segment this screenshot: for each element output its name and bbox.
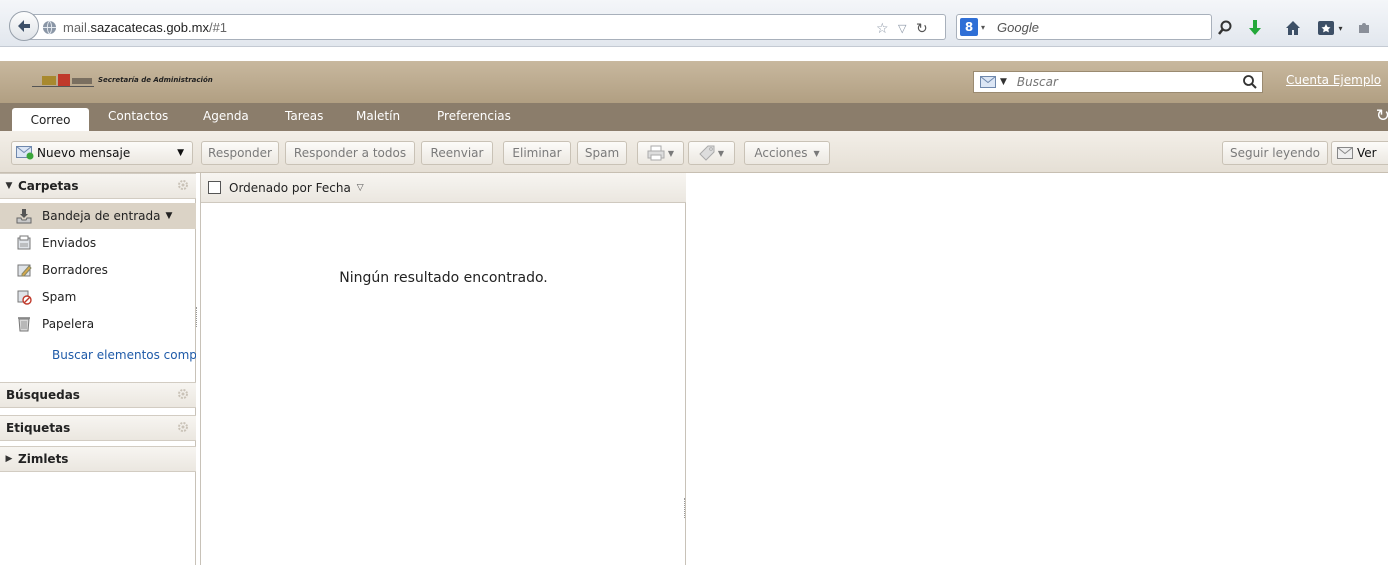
gear-icon[interactable] bbox=[176, 178, 190, 192]
logo-mark bbox=[32, 73, 94, 87]
actions-dropdown-icon: ▼ bbox=[813, 148, 820, 158]
gear-icon[interactable] bbox=[176, 387, 190, 401]
zimlets-header[interactable]: ▶ Zimlets bbox=[0, 446, 196, 472]
folders-header[interactable]: ▼ Carpetas bbox=[0, 173, 196, 199]
reload-icon[interactable]: ↻ bbox=[916, 21, 928, 37]
history-dropdown-icon[interactable]: ▽ bbox=[898, 22, 906, 35]
folder-label: Bandeja de entrada bbox=[42, 209, 161, 223]
tag-button[interactable]: ▼ bbox=[688, 141, 735, 165]
search-icon[interactable] bbox=[1214, 17, 1236, 39]
engine-dropdown-icon[interactable]: ▾ bbox=[981, 23, 985, 32]
empty-list-message: Ningún resultado encontrado. bbox=[339, 270, 548, 286]
tab-calendar[interactable]: Agenda bbox=[203, 109, 249, 123]
app-header: Secretaría de Administración ▼ Cuenta Ej… bbox=[0, 61, 1388, 103]
spam-icon bbox=[15, 288, 33, 306]
print-dropdown-icon: ▼ bbox=[667, 148, 675, 158]
gear-icon[interactable] bbox=[176, 420, 190, 434]
sidebar-resize-handle[interactable] bbox=[196, 307, 199, 327]
new-message-dropdown-icon[interactable]: ▼ bbox=[177, 148, 184, 158]
inbox-icon bbox=[15, 207, 33, 225]
browser-toolbar: mail.sazacatecas.gob.mx/#1 ☆ ▽ ↻ 8 ▾ Goo… bbox=[0, 0, 1388, 47]
bookmarks-menu-icon[interactable]: ▾ bbox=[1314, 17, 1346, 39]
url-text: mail.sazacatecas.gob.mx/#1 bbox=[63, 19, 228, 35]
searches-header-label: Búsquedas bbox=[6, 388, 80, 402]
collapse-triangle-icon[interactable]: ▼ bbox=[0, 181, 18, 191]
folder-label: Papelera bbox=[42, 317, 95, 331]
folder-sent[interactable]: Enviados bbox=[0, 230, 196, 256]
searches-header[interactable]: Búsquedas bbox=[0, 382, 196, 408]
org-logo: Secretaría de Administración bbox=[32, 73, 213, 87]
keep-reading-button[interactable]: Seguir leyendo bbox=[1222, 141, 1328, 165]
folder-spam[interactable]: Spam bbox=[0, 284, 196, 310]
search-shared-items-link[interactable]: Buscar elementos compa bbox=[52, 348, 196, 362]
message-list-header: Ordenado por Fecha ▽ bbox=[201, 173, 686, 203]
back-arrow-icon bbox=[18, 20, 30, 32]
folders-header-label: Carpetas bbox=[18, 179, 79, 193]
sort-by-date[interactable]: Ordenado por Fecha bbox=[229, 181, 351, 195]
tags-header[interactable]: Etiquetas bbox=[0, 415, 196, 441]
actions-button[interactable]: Acciones ▼ bbox=[744, 141, 830, 165]
mail-toolbar: Nuevo mensaje ▼ Responder Responder a to… bbox=[0, 131, 1388, 173]
tag-dropdown-icon: ▼ bbox=[717, 148, 725, 158]
sort-direction-icon[interactable]: ▽ bbox=[357, 183, 364, 193]
coat-of-arms-icon bbox=[42, 74, 92, 86]
sent-icon bbox=[15, 234, 33, 252]
tags-header-label: Etiquetas bbox=[6, 421, 71, 435]
delete-button[interactable]: Eliminar bbox=[503, 141, 571, 165]
envelope-icon bbox=[1337, 147, 1353, 159]
tab-tasks[interactable]: Tareas bbox=[285, 109, 323, 123]
search-type-dropdown-icon[interactable]: ▼ bbox=[1000, 77, 1007, 87]
zimlets-header-label: Zimlets bbox=[18, 452, 69, 466]
new-message-label: Nuevo mensaje bbox=[37, 146, 131, 160]
folder-dropdown-icon[interactable]: ▼ bbox=[165, 211, 172, 221]
printer-icon bbox=[647, 145, 665, 161]
google-icon: 8 bbox=[960, 18, 978, 36]
tag-icon bbox=[699, 145, 715, 161]
view-button[interactable]: Ver bbox=[1331, 141, 1388, 165]
spam-button[interactable]: Spam bbox=[577, 141, 627, 165]
expand-triangle-icon[interactable]: ▶ bbox=[0, 454, 18, 464]
browser-search-box[interactable]: 8 ▾ Google bbox=[956, 14, 1212, 40]
reading-pane bbox=[687, 173, 1388, 565]
download-icon[interactable] bbox=[1244, 17, 1266, 39]
address-bar[interactable]: mail.sazacatecas.gob.mx/#1 ☆ ▽ ↻ bbox=[28, 14, 946, 40]
search-icon[interactable] bbox=[1242, 74, 1258, 90]
refresh-icon[interactable]: ↻ bbox=[1376, 106, 1388, 126]
folder-label: Enviados bbox=[42, 236, 97, 250]
reply-button[interactable]: Responder bbox=[201, 141, 279, 165]
app-tabs: Correo Contactos Agenda Tareas Maletín P… bbox=[0, 103, 1388, 131]
tab-mail[interactable]: Correo bbox=[12, 108, 89, 131]
org-name: Secretaría de Administración bbox=[98, 76, 213, 84]
drafts-icon bbox=[15, 261, 33, 279]
mail-search-box[interactable]: ▼ bbox=[973, 71, 1263, 93]
search-engine-name: Google bbox=[997, 19, 1039, 35]
puzzle-icon[interactable] bbox=[1353, 17, 1375, 39]
trash-icon bbox=[15, 315, 33, 333]
tab-preferences[interactable]: Preferencias bbox=[437, 109, 511, 123]
folder-sidebar: ▼ Carpetas Bandeja de entrada ▼ Enviados… bbox=[0, 173, 196, 565]
print-button[interactable]: ▼ bbox=[637, 141, 684, 165]
forward-button[interactable]: Reenviar bbox=[421, 141, 493, 165]
globe-icon bbox=[42, 20, 57, 34]
message-list: Ordenado por Fecha ▽ Ningún resultado en… bbox=[200, 173, 686, 565]
tab-briefcase[interactable]: Maletín bbox=[356, 109, 400, 123]
account-menu[interactable]: Cuenta Ejemplo bbox=[1286, 73, 1381, 87]
back-button[interactable] bbox=[9, 11, 39, 41]
folder-label: Borradores bbox=[42, 263, 108, 277]
folder-inbox[interactable]: Bandeja de entrada ▼ bbox=[0, 203, 196, 229]
new-mail-icon bbox=[16, 146, 34, 160]
tab-contacts[interactable]: Contactos bbox=[108, 109, 168, 123]
view-label: Ver bbox=[1357, 146, 1377, 160]
select-all-checkbox[interactable] bbox=[208, 181, 221, 194]
envelope-icon[interactable] bbox=[980, 76, 996, 88]
actions-label: Acciones bbox=[754, 146, 808, 160]
mail-search-input[interactable] bbox=[1014, 74, 1225, 90]
bookmark-star-icon[interactable]: ☆ bbox=[876, 21, 889, 37]
folder-label: Spam bbox=[42, 290, 77, 304]
home-icon[interactable] bbox=[1282, 17, 1304, 39]
folder-trash[interactable]: Papelera bbox=[0, 311, 196, 337]
reply-all-button[interactable]: Responder a todos bbox=[285, 141, 415, 165]
folder-drafts[interactable]: Borradores bbox=[0, 257, 196, 283]
new-message-button[interactable]: Nuevo mensaje ▼ bbox=[11, 141, 193, 165]
